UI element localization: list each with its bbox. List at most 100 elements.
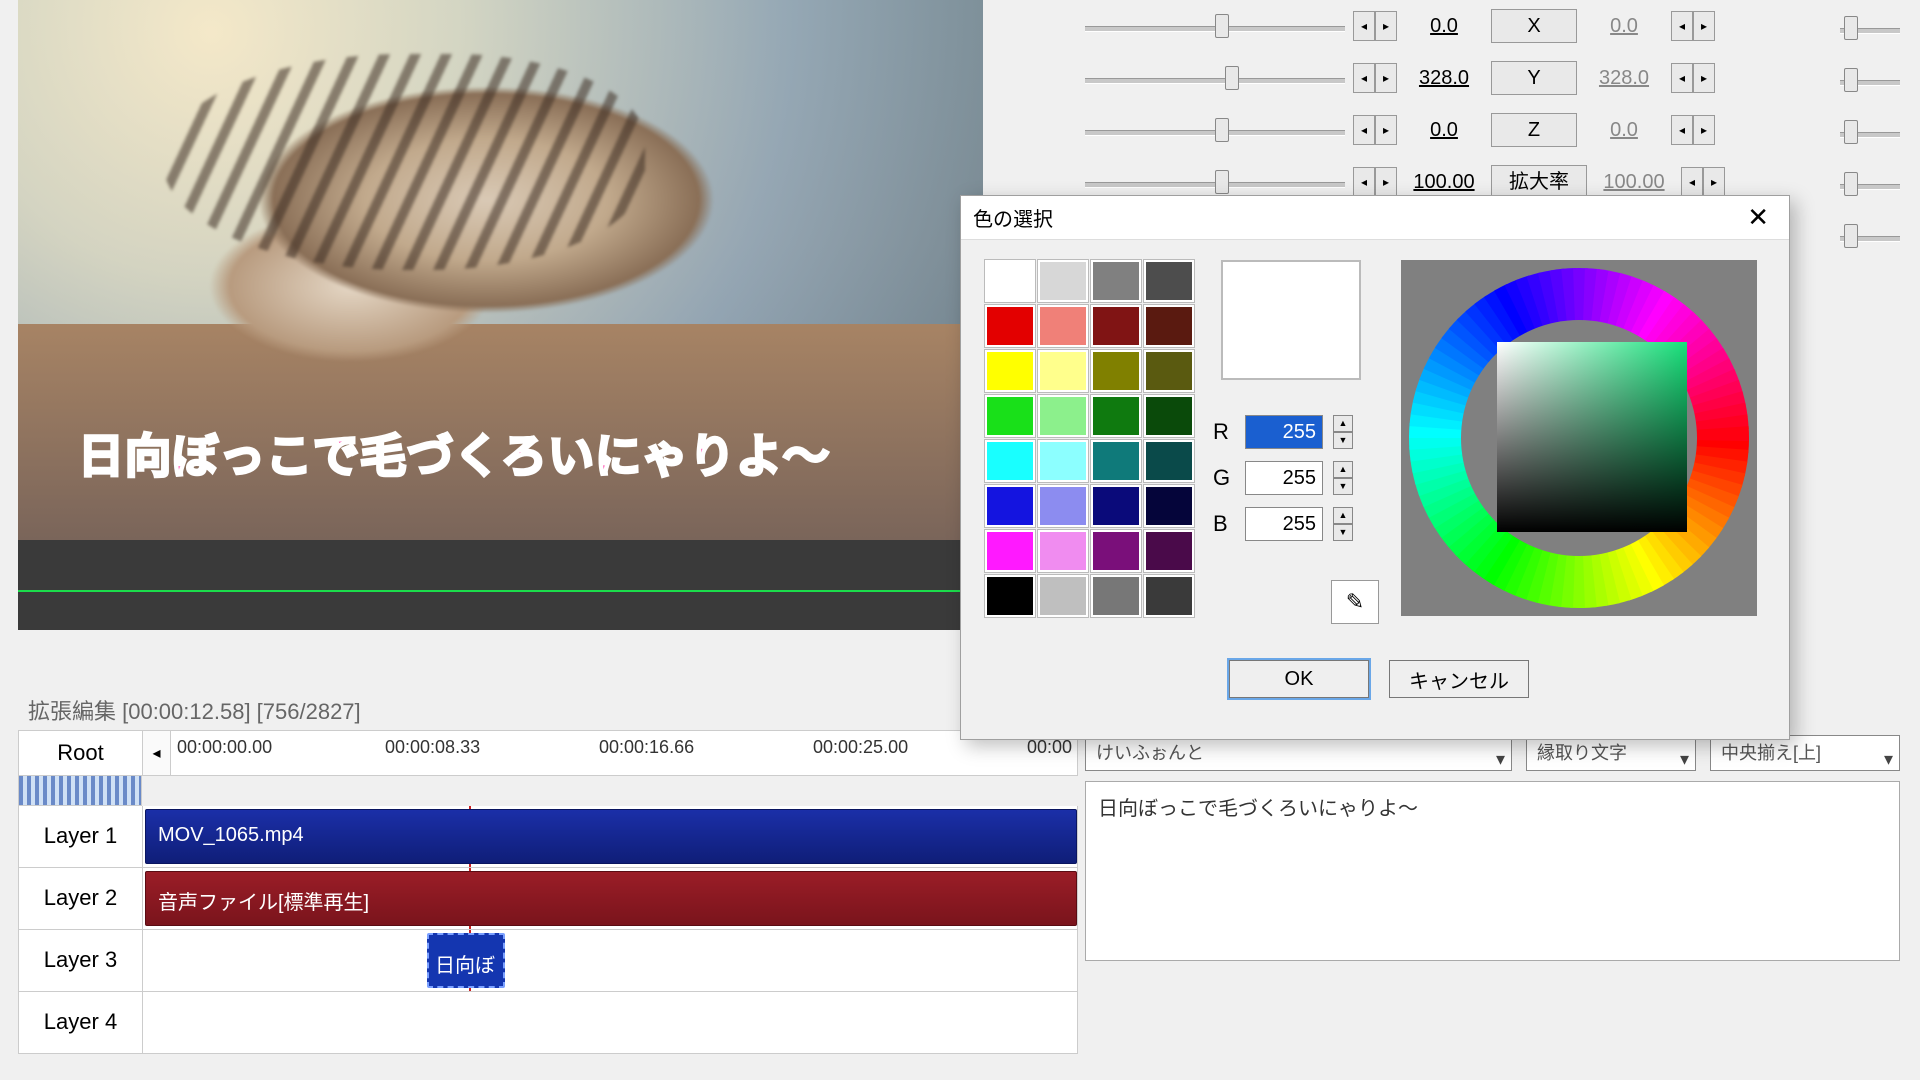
layer-label-2[interactable]: Layer 2: [19, 868, 143, 929]
color-swatch[interactable]: [1144, 395, 1194, 437]
color-swatch[interactable]: [985, 440, 1035, 482]
extra-slider-1[interactable]: [1840, 14, 1900, 42]
color-swatch[interactable]: [985, 575, 1035, 617]
color-swatch[interactable]: [1091, 260, 1141, 302]
g-input[interactable]: 255: [1245, 461, 1323, 495]
r-spinner[interactable]: ▲▼: [1333, 415, 1353, 449]
axis-button-z[interactable]: Z: [1491, 113, 1577, 147]
color-swatch[interactable]: [1091, 575, 1141, 617]
slider-scale[interactable]: [1085, 168, 1345, 196]
clip-video[interactable]: MOV_1065.mp4: [145, 809, 1077, 864]
color-swatch[interactable]: [1091, 395, 1141, 437]
r-input[interactable]: 255: [1245, 415, 1323, 449]
value-y[interactable]: 328.0: [1405, 67, 1483, 90]
layer-track-3[interactable]: 日向ぼ: [143, 930, 1077, 991]
slider-y[interactable]: [1085, 64, 1345, 92]
layer-track-1[interactable]: MOV_1065.mp4: [143, 806, 1077, 867]
timeline-scroll-left[interactable]: ◂: [143, 731, 171, 775]
value-z[interactable]: 0.0: [1405, 119, 1483, 142]
layer-label-1[interactable]: Layer 1: [19, 806, 143, 867]
preview-viewport: 日向ぼっこで毛づくろいにゃりよ〜: [18, 0, 983, 540]
axis-button-scale[interactable]: 拡大率: [1491, 165, 1587, 199]
color-swatch[interactable]: [985, 305, 1035, 347]
spin-right-s[interactable]: ▸: [1375, 167, 1397, 197]
time-ruler[interactable]: 00:00:00.00 00:00:08.33 00:00:16.66 00:0…: [171, 731, 1077, 775]
color-swatch[interactable]: [1038, 350, 1088, 392]
eyedropper-icon: ✎: [1346, 589, 1364, 615]
axis-button-x[interactable]: X: [1491, 9, 1577, 43]
spin-right-x2[interactable]: ▸: [1693, 11, 1715, 41]
spin-left-z[interactable]: ◂: [1353, 115, 1375, 145]
layer-label-4[interactable]: Layer 4: [19, 992, 143, 1053]
color-swatch[interactable]: [1091, 350, 1141, 392]
axis-button-y[interactable]: Y: [1491, 61, 1577, 95]
eyedropper-button[interactable]: ✎: [1331, 580, 1379, 624]
color-swatch[interactable]: [1091, 440, 1141, 482]
color-swatch[interactable]: [1038, 575, 1088, 617]
spin-left-s[interactable]: ◂: [1353, 167, 1375, 197]
slider-x[interactable]: [1085, 12, 1345, 40]
spin-right-z[interactable]: ▸: [1375, 115, 1397, 145]
color-swatch[interactable]: [985, 485, 1035, 527]
clip-text[interactable]: 日向ぼ: [427, 933, 505, 988]
g-spinner[interactable]: ▲▼: [1333, 461, 1353, 495]
cancel-button[interactable]: キャンセル: [1389, 660, 1529, 698]
value-x[interactable]: 0.0: [1405, 15, 1483, 38]
color-swatch[interactable]: [1038, 395, 1088, 437]
color-swatch[interactable]: [1144, 260, 1194, 302]
clip-audio[interactable]: 音声ファイル[標準再生]: [145, 871, 1077, 926]
extra-slider-2[interactable]: [1840, 66, 1900, 94]
layer-track-4[interactable]: [143, 992, 1077, 1053]
caption-textarea[interactable]: 日向ぼっこで毛づくろいにゃりよ〜: [1085, 781, 1900, 961]
align-combo[interactable]: 中央揃え[上]: [1710, 735, 1900, 771]
b-spinner[interactable]: ▲▼: [1333, 507, 1353, 541]
color-swatch[interactable]: [985, 260, 1035, 302]
dialog-titlebar[interactable]: 色の選択 ✕: [961, 196, 1789, 240]
spin-left-z2[interactable]: ◂: [1671, 115, 1693, 145]
layer-label-3[interactable]: Layer 3: [19, 930, 143, 991]
extra-slider-4[interactable]: [1840, 170, 1900, 198]
close-icon[interactable]: ✕: [1739, 202, 1777, 233]
color-swatch[interactable]: [1038, 530, 1088, 572]
color-swatch[interactable]: [1144, 530, 1194, 572]
color-swatch[interactable]: [1144, 485, 1194, 527]
color-swatch[interactable]: [985, 350, 1035, 392]
spin-right-y[interactable]: ▸: [1375, 63, 1397, 93]
color-swatch[interactable]: [1091, 485, 1141, 527]
slider-z[interactable]: [1085, 116, 1345, 144]
spin-right-x[interactable]: ▸: [1375, 11, 1397, 41]
color-swatch[interactable]: [1144, 305, 1194, 347]
color-swatch[interactable]: [985, 395, 1035, 437]
ok-button[interactable]: OK: [1229, 660, 1369, 698]
color-swatch[interactable]: [1038, 485, 1088, 527]
layer-track-2[interactable]: 音声ファイル[標準再生]: [143, 868, 1077, 929]
style-combo[interactable]: 縁取り文字: [1526, 735, 1696, 771]
color-swatch[interactable]: [1144, 350, 1194, 392]
color-swatch[interactable]: [985, 530, 1035, 572]
spin-left-s2[interactable]: ◂: [1681, 167, 1703, 197]
b-input[interactable]: 255: [1245, 507, 1323, 541]
color-swatch[interactable]: [1038, 305, 1088, 347]
spin-right-y2[interactable]: ▸: [1693, 63, 1715, 93]
spin-left-x[interactable]: ◂: [1353, 11, 1375, 41]
value-scale[interactable]: 100.00: [1405, 171, 1483, 194]
spin-left-x2[interactable]: ◂: [1671, 11, 1693, 41]
color-swatch[interactable]: [1091, 305, 1141, 347]
color-swatch[interactable]: [1144, 575, 1194, 617]
spin-left-y2[interactable]: ◂: [1671, 63, 1693, 93]
saturation-value-box[interactable]: [1497, 342, 1687, 532]
color-swatch[interactable]: [1144, 440, 1194, 482]
hue-wheel[interactable]: [1401, 260, 1757, 616]
font-combo[interactable]: けいふぉんと: [1085, 735, 1512, 771]
spin-right-s2[interactable]: ▸: [1703, 167, 1725, 197]
color-swatch[interactable]: [1091, 530, 1141, 572]
extra-slider-3[interactable]: [1840, 118, 1900, 146]
time-tick: 00:00: [1027, 737, 1072, 758]
swatch-grid: [985, 260, 1197, 617]
color-swatch[interactable]: [1038, 440, 1088, 482]
spin-right-z2[interactable]: ▸: [1693, 115, 1715, 145]
root-button[interactable]: Root: [19, 731, 143, 775]
color-swatch[interactable]: [1038, 260, 1088, 302]
spin-left-y[interactable]: ◂: [1353, 63, 1375, 93]
extra-slider-5[interactable]: [1840, 222, 1900, 250]
